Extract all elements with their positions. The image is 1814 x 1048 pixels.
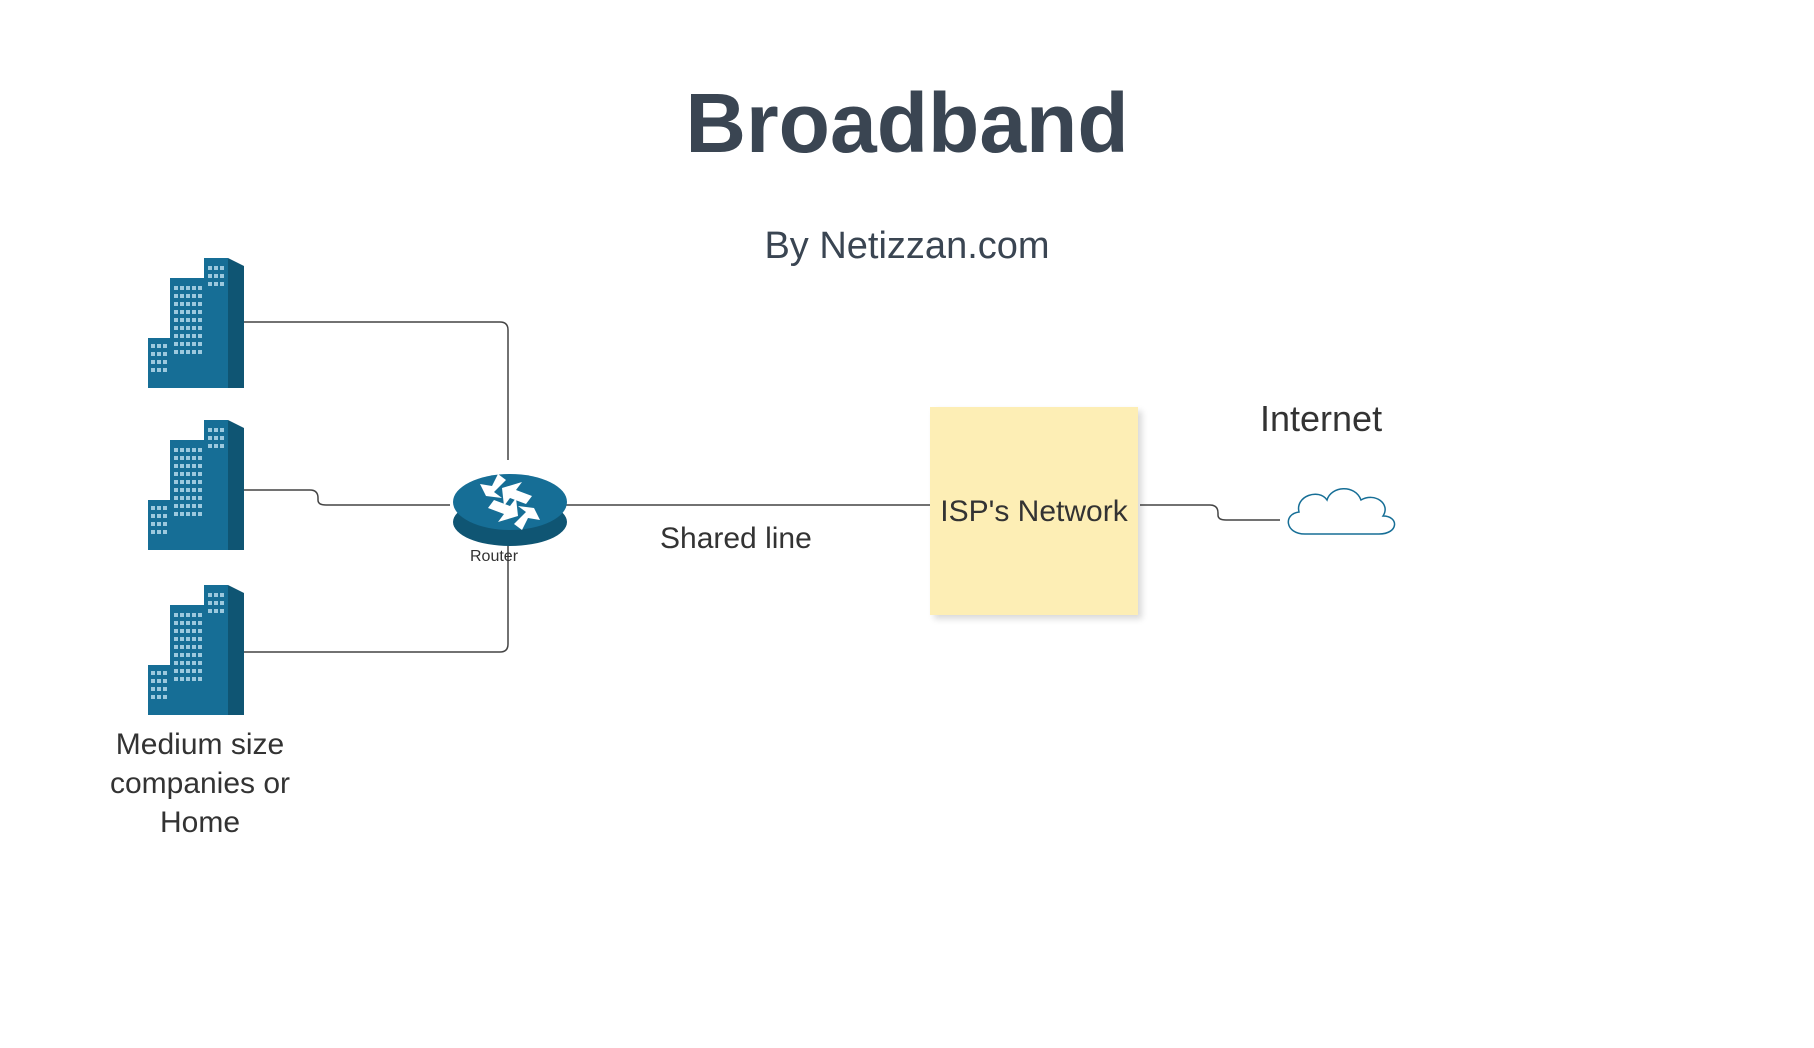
buildings-label: Medium size companies or Home [80,725,320,842]
diagram-title: Broadband [685,75,1128,172]
building-icon [148,585,244,715]
internet-label: Internet [1260,398,1382,440]
router-label: Router [470,548,518,566]
building-icon [148,420,244,550]
diagram-subtitle: By Netizzan.com [764,225,1049,268]
building-icon [148,258,244,388]
isp-network-note: ISP's Network [930,407,1138,615]
cloud-icon [1275,478,1403,550]
shared-line-label: Shared line [660,522,812,556]
isp-network-label: ISP's Network [940,492,1127,531]
router-icon [450,460,570,550]
